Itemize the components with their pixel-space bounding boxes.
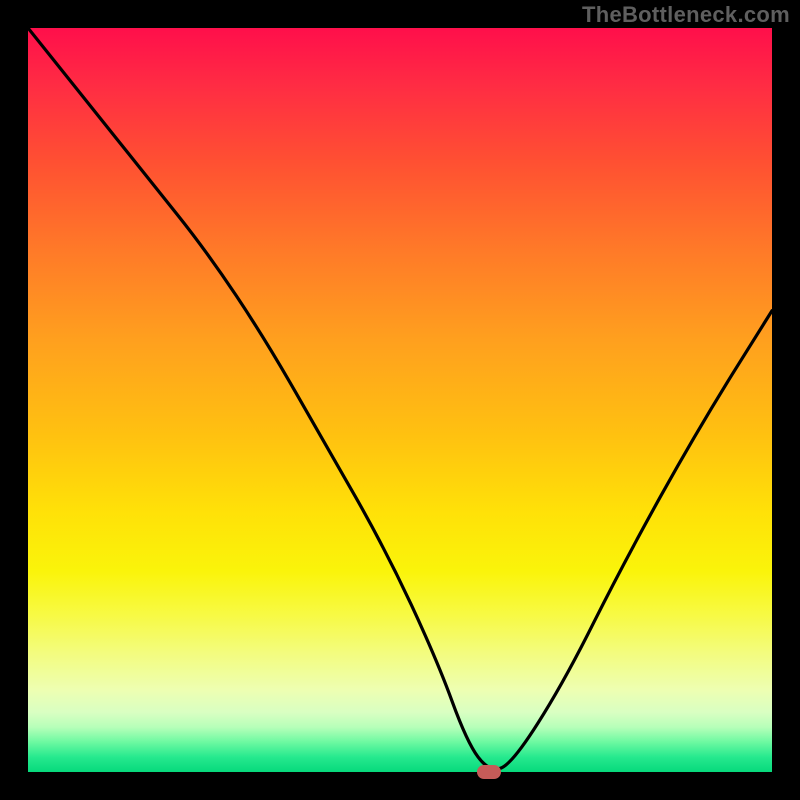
bottleneck-curve [28,28,772,772]
curve-path [28,28,772,769]
plot-area [28,28,772,772]
optimal-point-marker [477,765,501,779]
chart-frame: TheBottleneck.com [0,0,800,800]
watermark-text: TheBottleneck.com [582,2,790,28]
